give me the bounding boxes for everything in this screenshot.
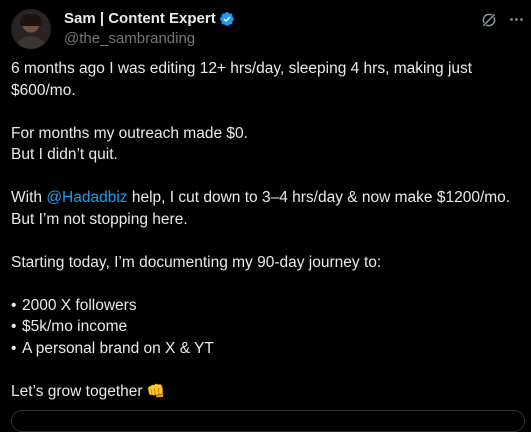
name-row: Sam | Content Expert — [64, 9, 235, 28]
list-item-text: $5k/mo income — [22, 318, 128, 335]
mention-link[interactable]: @Hadadbiz — [46, 189, 127, 206]
bullet-icon: • — [11, 318, 17, 335]
list-item: • $5k/mo income — [11, 316, 523, 338]
text-line: With @Hadadbiz help, I cut down to 3–4 h… — [11, 187, 523, 209]
bullet-icon: • — [11, 296, 17, 314]
closing-text: Let’s grow together — [11, 382, 143, 400]
text-prefix: With — [11, 189, 47, 206]
grok-icon[interactable] — [480, 11, 498, 29]
text-line: Let’s grow together 👊 — [11, 381, 523, 403]
author-display-name[interactable]: Sam | Content Expert — [64, 10, 216, 27]
text-line: For months my outreach made $0. — [11, 124, 248, 142]
post-header: Sam | Content Expert @the_sambranding — [11, 9, 523, 49]
bullet-icon: • — [11, 339, 17, 357]
list-item-text: 2000 X followers — [22, 296, 137, 314]
text-line: But I didn’t quit. — [11, 146, 118, 163]
text-suffix: help, I cut down to 3–4 hrs/day & now ma… — [127, 189, 511, 206]
goals-list: • 2000 X followers • $5k/mo income • A pers… — [11, 295, 523, 360]
more-icon[interactable] — [506, 9, 526, 29]
author-identity: Sam | Content Expert @the_sambranding — [64, 9, 235, 47]
paragraph-3: With @Hadadbiz help, I cut down to 3–4 h… — [11, 187, 523, 230]
closing-line: Let’s grow together 👊 — [11, 381, 523, 403]
text-line: $600/mo. — [11, 81, 76, 99]
list-item: • A personal brand on X & YT — [11, 338, 523, 360]
avatar-hair — [20, 14, 42, 26]
media-card-edge[interactable] — [11, 410, 525, 432]
list-item-text: A personal brand on X & YT — [22, 339, 214, 357]
verified-badge-icon — [219, 11, 234, 26]
list-item: • 2000 X followers — [11, 295, 523, 317]
fist-icon: 👊 — [146, 382, 166, 400]
author-handle[interactable]: @the_sambranding — [64, 30, 235, 47]
avatar[interactable] — [11, 9, 51, 49]
text-line: Starting today, I’m documenting my 90-da… — [11, 253, 382, 271]
post-body: 6 months ago I was editing 12+ hrs/day, … — [11, 58, 523, 424]
text-line: But I’m not stopping here. — [11, 210, 188, 228]
paragraph-4: Starting today, I’m documenting my 90-da… — [11, 252, 523, 274]
paragraph-1: 6 months ago I was editing 12+ hrs/day, … — [11, 58, 523, 101]
avatar-shoulders — [15, 36, 47, 49]
paragraph-2: For months my outreach made $0. But I di… — [11, 123, 523, 166]
text-line: 6 months ago I was editing 12+ hrs/day, … — [11, 60, 473, 77]
